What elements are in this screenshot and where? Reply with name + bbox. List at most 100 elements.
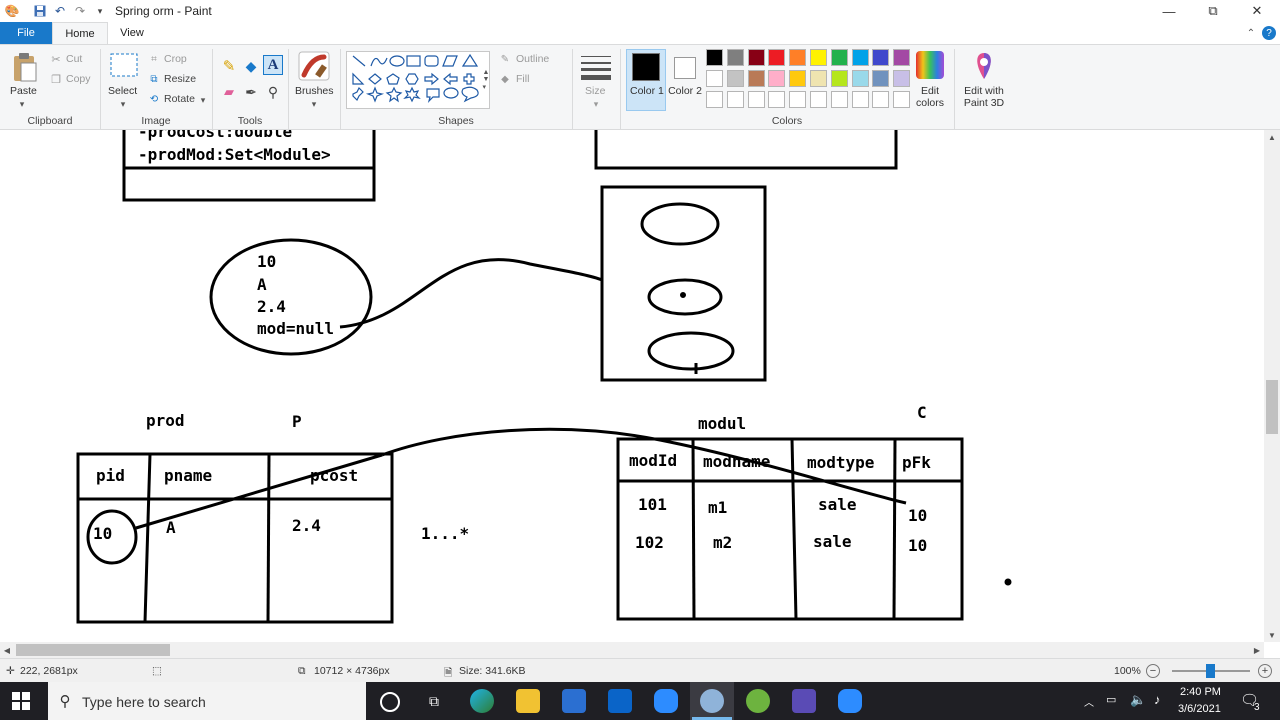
clock-date[interactable]: 3/6/2021 [1178, 703, 1221, 715]
redo-icon[interactable]: ↷ [72, 3, 88, 19]
palette-color-swatch[interactable] [893, 69, 911, 87]
eraser-icon[interactable]: ▰ [220, 83, 238, 101]
pencil-icon[interactable]: ✎ [220, 57, 238, 75]
custom-color-slot[interactable] [872, 90, 890, 108]
scroll-down-icon[interactable]: ▼ [1264, 628, 1280, 642]
cortana-icon[interactable] [380, 692, 400, 712]
shapes-gallery[interactable] [346, 51, 490, 109]
palette-color-swatch[interactable] [851, 69, 869, 87]
rotate-button[interactable]: Rotate [164, 93, 195, 105]
paint-taskbar-icon[interactable] [700, 689, 724, 713]
palette-color-swatch[interactable] [747, 69, 765, 87]
tab-file[interactable]: File [0, 22, 52, 44]
size-button[interactable]: Size [585, 85, 605, 97]
restore-button[interactable]: ⧉ [1190, 0, 1236, 22]
cut-button[interactable]: Cut [66, 53, 82, 65]
windows-start-icon[interactable] [12, 692, 30, 710]
crop-button[interactable]: Crop [164, 53, 187, 65]
scroll-right-icon[interactable]: ▶ [1250, 642, 1264, 658]
network-icon[interactable]: ▭ [1106, 693, 1116, 706]
brushes-icon[interactable] [298, 51, 330, 81]
scroll-left-icon[interactable]: ◀ [0, 642, 14, 658]
palette-color-swatch[interactable] [830, 49, 848, 66]
palette-color-swatch[interactable] [706, 69, 723, 87]
edit-colors-icon[interactable] [916, 51, 944, 79]
horizontal-scrollbar[interactable]: ◀ ▶ [0, 642, 1264, 658]
zoom-out-icon[interactable]: − [1146, 664, 1160, 678]
close-button[interactable]: ✕ [1234, 0, 1280, 22]
palette-color-swatch[interactable] [872, 69, 890, 87]
palette-color-swatch[interactable] [706, 49, 723, 66]
custom-color-slot[interactable] [789, 90, 807, 108]
zoom-app-icon[interactable] [654, 689, 678, 713]
palette-color-swatch[interactable] [789, 69, 807, 87]
palette-color-swatch[interactable] [768, 49, 786, 66]
custom-color-slot[interactable] [747, 90, 765, 108]
paint3d-icon[interactable] [972, 51, 996, 81]
rotate-dropdown-icon[interactable]: ▾ [198, 95, 208, 105]
collapse-ribbon-icon[interactable]: ⌃ [1244, 26, 1258, 40]
paste-button[interactable]: Paste [10, 85, 37, 97]
drawing-canvas[interactable]: -prodCost:double -prodMod:Set<Module> 10… [0, 130, 1264, 642]
resize-button[interactable]: Resize [164, 73, 196, 85]
microsoft-store-icon[interactable] [562, 689, 586, 713]
vertical-scrollbar[interactable]: ▲ ▼ [1264, 130, 1280, 642]
palette-color-swatch[interactable] [810, 69, 827, 87]
fill-button[interactable]: Fill [516, 73, 529, 85]
select-dropdown-icon[interactable]: ▾ [116, 99, 130, 109]
spring-tool-icon[interactable] [746, 689, 770, 713]
brushes-button[interactable]: Brushes [295, 85, 334, 97]
custom-color-slot[interactable] [706, 90, 723, 108]
palette-color-swatch[interactable] [789, 49, 807, 66]
palette-color-swatch[interactable] [830, 69, 848, 87]
quick-access-dropdown-icon[interactable]: ▾ [92, 3, 108, 19]
size-icon[interactable] [580, 53, 612, 83]
horizontal-scroll-thumb[interactable] [16, 644, 170, 656]
zoom-slider-thumb[interactable] [1206, 664, 1215, 678]
vertical-scroll-thumb[interactable] [1266, 380, 1278, 434]
size-dropdown-icon[interactable]: ▾ [589, 99, 603, 109]
show-hidden-icons-icon[interactable]: ︿ [1084, 694, 1094, 709]
help-icon[interactable]: ? [1262, 26, 1276, 40]
palette-color-swatch[interactable] [747, 49, 765, 66]
mail-icon[interactable] [608, 689, 632, 713]
task-view-icon[interactable]: ⧉ [424, 692, 444, 710]
volume-icon[interactable]: 🔈 [1130, 692, 1146, 708]
palette-color-swatch[interactable] [893, 49, 911, 66]
scroll-up-icon[interactable]: ▲ [1264, 130, 1280, 144]
select-icon[interactable] [110, 53, 138, 77]
clock-time[interactable]: 2:40 PM [1180, 686, 1221, 698]
file-explorer-icon[interactable] [516, 689, 540, 713]
zoom-in-icon[interactable]: + [1258, 664, 1272, 678]
edit-with-paint3d-button[interactable]: Edit with Paint 3D [958, 85, 1010, 109]
tab-home[interactable]: Home [52, 22, 108, 44]
speaker-icon[interactable]: ♪ [1154, 692, 1161, 707]
copy-button[interactable]: Copy [66, 73, 91, 85]
undo-icon[interactable]: ↶ [52, 3, 68, 19]
custom-color-slot[interactable] [830, 90, 848, 108]
palette-color-swatch[interactable] [851, 49, 869, 66]
custom-color-slot[interactable] [851, 90, 869, 108]
palette-color-swatch[interactable] [726, 49, 744, 66]
color-picker-icon[interactable]: ✒ [242, 83, 260, 101]
palette-color-swatch[interactable] [810, 49, 827, 66]
palette-color-swatch[interactable] [872, 49, 890, 66]
paste-dropdown-icon[interactable]: ▾ [15, 99, 29, 109]
magnifier-icon[interactable]: ⚲ [264, 83, 282, 101]
brushes-dropdown-icon[interactable]: ▾ [307, 99, 321, 109]
select-button[interactable]: Select [108, 85, 137, 97]
minimize-button[interactable]: — [1146, 0, 1192, 22]
palette-color-swatch[interactable] [768, 69, 786, 87]
paste-icon[interactable] [12, 51, 38, 83]
custom-color-slot[interactable] [768, 90, 786, 108]
fill-bucket-icon[interactable]: ◆ [242, 57, 260, 75]
shapes-scroll-icon[interactable]: ▲ ▼ ▾ [482, 53, 490, 107]
taskbar-search-box[interactable]: ⚲ Type here to search [48, 682, 366, 720]
text-tool-icon[interactable]: A [263, 55, 283, 75]
custom-color-slot[interactable] [726, 90, 744, 108]
save-icon[interactable] [32, 3, 48, 19]
custom-color-slot[interactable] [810, 90, 827, 108]
edge-browser-icon[interactable] [470, 689, 494, 713]
color2-swatch[interactable] [674, 57, 696, 79]
edit-colors-button[interactable]: Edit colors [912, 85, 948, 109]
